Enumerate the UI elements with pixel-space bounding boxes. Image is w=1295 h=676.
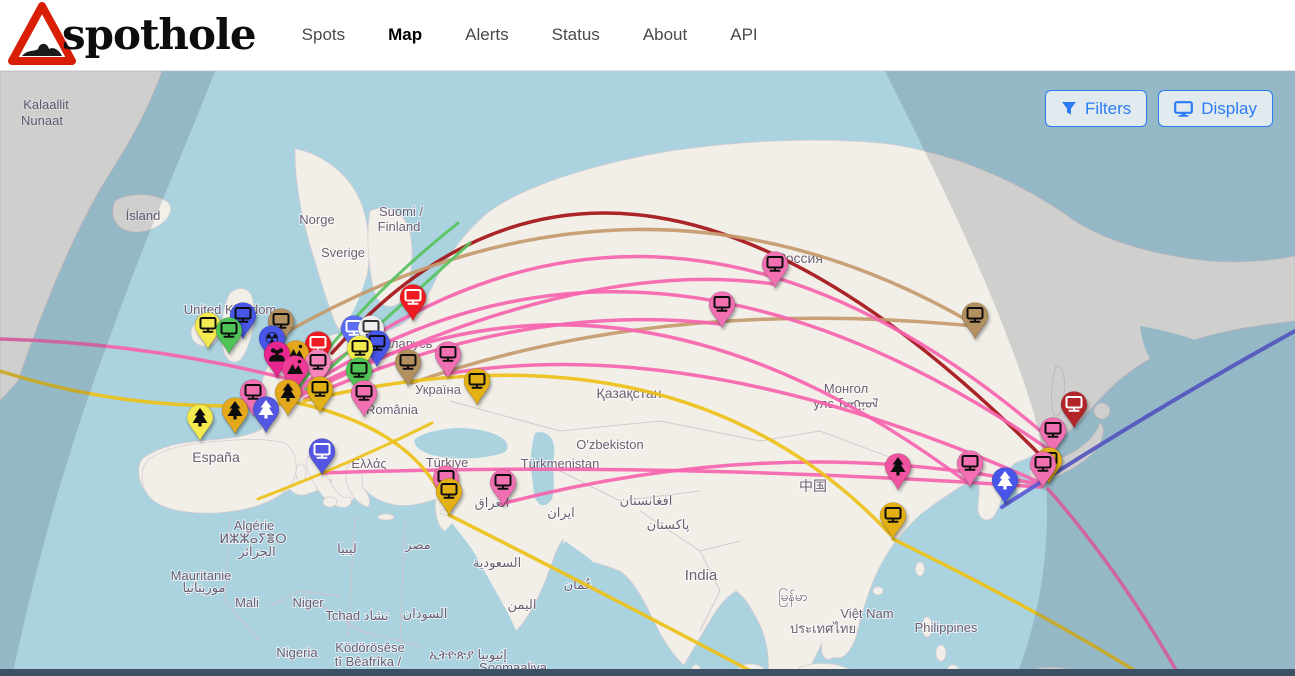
map-label: افغانستان (620, 493, 673, 508)
world-map[interactable]: KalaallitNunaatÍslandNorgeSverigeSuomi /… (0, 71, 1295, 676)
map-label: ประเทศไทย (790, 621, 856, 636)
map-label: السعودية (473, 555, 522, 571)
map-label: Україна (415, 382, 462, 397)
map-label: România (366, 402, 419, 417)
map-label: پاکستان (647, 517, 690, 532)
map-label: tî Bêafrîka / (335, 654, 402, 669)
main-nav: Spots Map Alerts Status About API (302, 25, 758, 45)
map-label: O'zbekiston (576, 437, 644, 452)
map-label: Norge (299, 212, 334, 227)
map-label: Philippines (915, 620, 978, 635)
map-label: Sverige (321, 245, 365, 260)
nav-spots[interactable]: Spots (302, 25, 345, 45)
nav-status[interactable]: Status (552, 25, 600, 45)
footer-bar (0, 669, 1295, 676)
map-label: ليبيا (337, 541, 357, 556)
map-label: India (685, 567, 718, 584)
map-label: Việt Nam (840, 606, 893, 621)
map-label: Suomi / (379, 204, 423, 219)
map-label: الجزائر (237, 544, 276, 560)
filter-funnel-icon (1061, 101, 1077, 116)
display-button-label: Display (1201, 99, 1257, 119)
map-label: Монгол (824, 381, 868, 396)
logo-text: spothole (62, 14, 256, 56)
filters-button[interactable]: Filters (1045, 90, 1147, 127)
map-label: اليمن (508, 597, 537, 613)
map-canvas[interactable]: KalaallitNunaatÍslandNorgeSverigeSuomi /… (0, 71, 1295, 676)
nav-api[interactable]: API (730, 25, 757, 45)
map-label: مصر (404, 537, 430, 553)
filters-button-label: Filters (1085, 99, 1131, 119)
app-header: spothole Spots Map Alerts Status About API (0, 0, 1295, 71)
app-logo[interactable]: spothole (6, 0, 256, 70)
nav-about[interactable]: About (643, 25, 687, 45)
map-label: Ködörösêse (335, 640, 404, 655)
nav-alerts[interactable]: Alerts (465, 25, 508, 45)
nav-map[interactable]: Map (388, 25, 422, 45)
map-label: 中国 (799, 478, 827, 494)
map-label: España (192, 449, 240, 465)
map-label: موريتانيا (183, 580, 226, 596)
map-label: السودان (403, 606, 448, 622)
map-label: ایران (547, 505, 575, 521)
map-label: Tchad تشاد (325, 608, 389, 623)
map-label: Finland (378, 219, 421, 234)
map-label: Mali (235, 595, 259, 610)
display-button[interactable]: Display (1158, 90, 1273, 127)
map-label: Nigeria (276, 645, 318, 660)
display-monitor-icon (1174, 101, 1193, 117)
map-label: Niger (292, 595, 324, 610)
